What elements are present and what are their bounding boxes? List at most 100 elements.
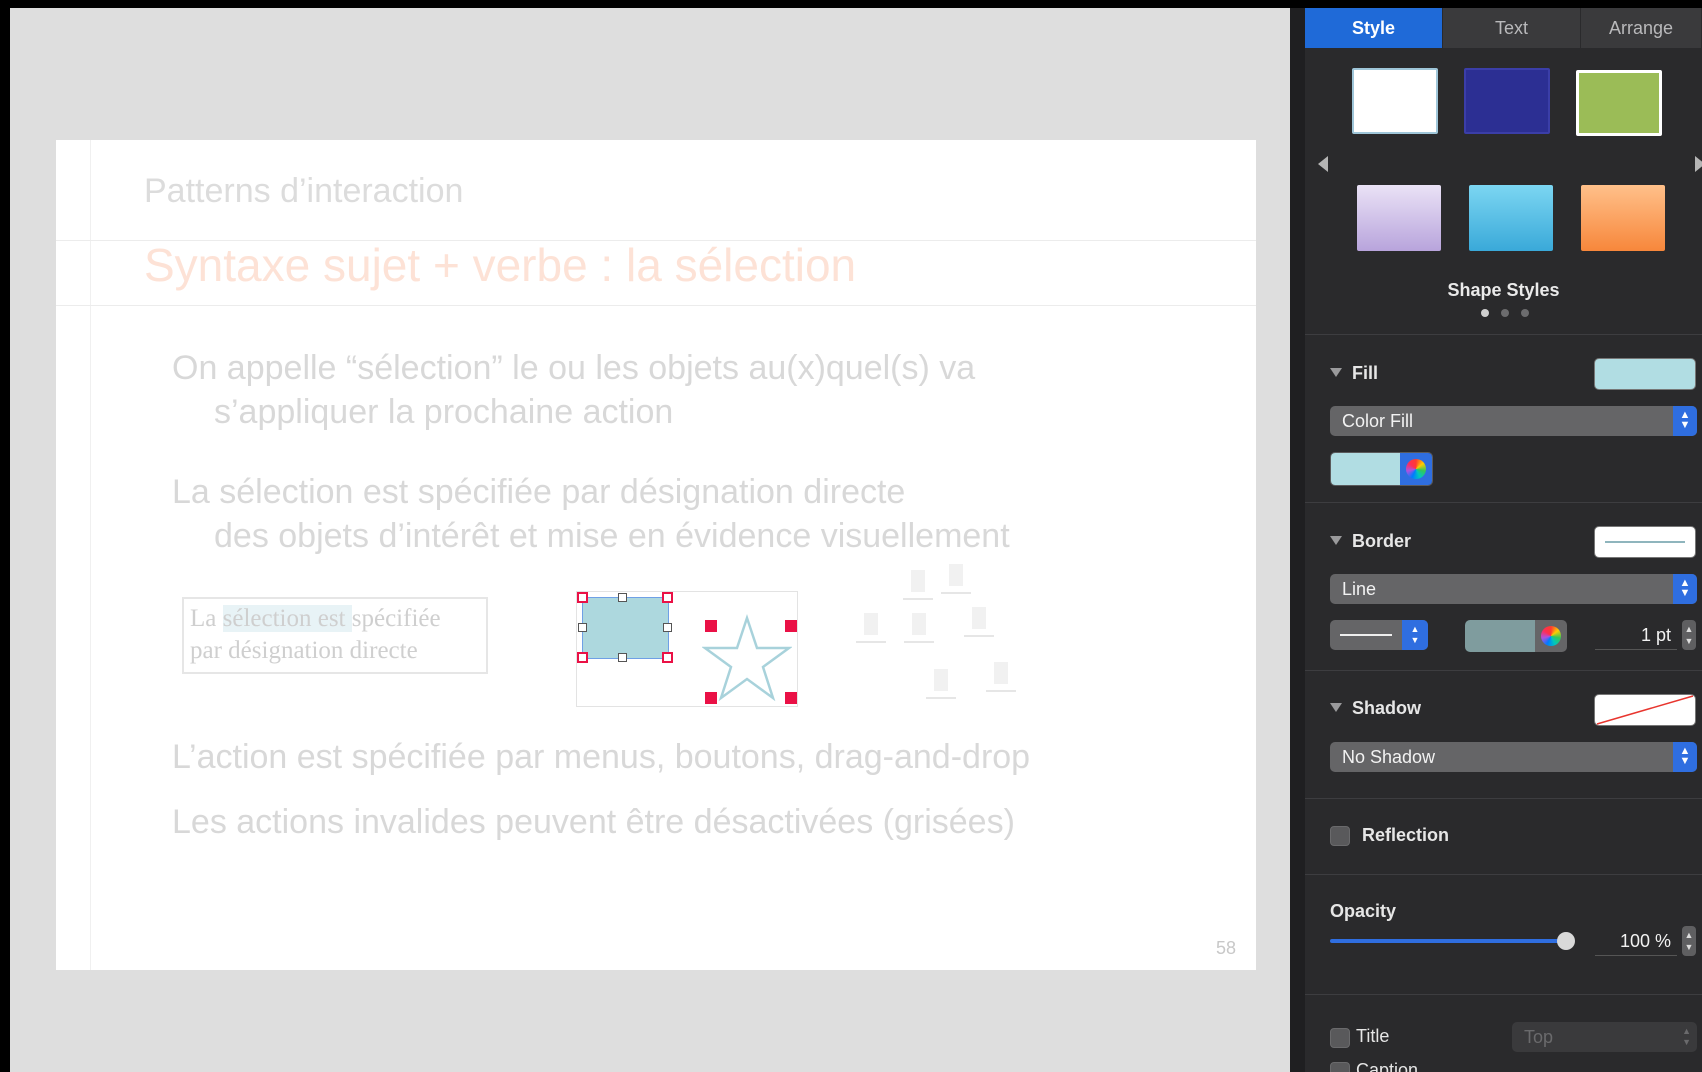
slide-canvas[interactable]: Patterns d’interaction Syntaxe sujet + v… <box>10 8 1290 1072</box>
selection-handle[interactable] <box>662 592 673 603</box>
line-sample <box>1340 634 1392 636</box>
selected-rectangle[interactable] <box>582 597 669 659</box>
bullet-line: L’action est spécifiée par menus, bouton… <box>172 738 1031 776</box>
opacity-field[interactable]: 100 % <box>1595 926 1677 956</box>
guide-line <box>56 305 1256 306</box>
inspector-tabs: Style Text Arrange <box>1305 8 1702 48</box>
updown-chevron-icon: ▲ ▼ <box>1682 1026 1691 1047</box>
updown-chevron-icon: ▲ ▼ <box>1673 742 1697 772</box>
bullet-line: Les actions invalides peuvent être désac… <box>172 803 1015 841</box>
shadow-label: Shadow <box>1352 698 1422 718</box>
text-demo-post: spécifiée <box>351 605 441 632</box>
updown-chevron-icon: ▲ ▼ <box>1673 574 1697 604</box>
slide-header[interactable]: Patterns d’interaction <box>144 172 463 211</box>
selection-handle[interactable] <box>662 652 673 663</box>
disclosure-triangle-icon <box>1330 703 1342 712</box>
selection-handle[interactable] <box>663 623 672 632</box>
selection-handle[interactable] <box>618 653 627 662</box>
caption-label: Caption <box>1356 1060 1419 1072</box>
reflection-label: Reflection <box>1362 825 1450 845</box>
title-position-value: Top <box>1524 1027 1554 1047</box>
shadow-style-well[interactable] <box>1594 694 1696 726</box>
bullet-line: des objets d’intérêt et mise en évidence… <box>214 517 1010 555</box>
shape-style-white[interactable] <box>1352 68 1438 134</box>
bullet-line: s’appliquer la prochaine action <box>214 393 674 431</box>
shape-style-lavender[interactable] <box>1357 185 1441 251</box>
border-width-field[interactable]: 1 pt <box>1595 620 1677 650</box>
color-wheel-icon <box>1405 459 1426 479</box>
selection-handle[interactable] <box>577 592 588 603</box>
caption-checkbox[interactable] <box>1330 1062 1350 1072</box>
fill-type-select[interactable]: Color Fill ▲ ▼ <box>1330 406 1697 436</box>
reflection-checkbox[interactable] <box>1330 826 1350 846</box>
disclosure-triangle-icon <box>1330 368 1342 377</box>
border-label: Border <box>1352 531 1412 551</box>
tab-text[interactable]: Text <box>1443 8 1581 48</box>
border-type-select[interactable]: Line ▲ ▼ <box>1330 574 1697 604</box>
disclosure-triangle-icon <box>1330 536 1342 545</box>
shape-selection-example[interactable] <box>576 591 798 707</box>
tab-style[interactable]: Style <box>1305 8 1443 48</box>
opacity-label: Opacity <box>1330 901 1397 921</box>
selection-handle[interactable] <box>578 623 587 632</box>
selection-handle[interactable] <box>618 593 627 602</box>
text-selection-example[interactable]: La sélection est spécifiée par désignati… <box>182 597 488 674</box>
shadow-section-header[interactable]: Shadow <box>1330 698 1421 719</box>
fill-color-swatch[interactable] <box>1331 453 1400 485</box>
line-style-select[interactable]: ▲ ▼ <box>1330 620 1428 650</box>
title-checkbox[interactable] <box>1330 1028 1350 1048</box>
shape-style-navy[interactable] <box>1464 68 1550 134</box>
color-wheel-button[interactable] <box>1535 620 1567 652</box>
no-shadow-icon <box>1596 695 1694 725</box>
color-wheel-button[interactable] <box>1399 453 1432 485</box>
shape-style-green[interactable] <box>1576 70 1662 136</box>
text-demo-pre: La <box>190 605 223 632</box>
selection-handle[interactable] <box>577 652 588 663</box>
line-style-sample <box>1330 620 1402 650</box>
page-dot[interactable] <box>1521 309 1529 317</box>
previous-styles-arrow-icon[interactable] <box>1318 156 1328 172</box>
panel-divider[interactable] <box>1290 8 1305 1072</box>
separator <box>1305 334 1702 335</box>
selection-handle[interactable] <box>705 620 717 632</box>
fill-label: Fill <box>1352 363 1378 383</box>
fill-color-picker[interactable] <box>1330 452 1433 486</box>
page-dot[interactable] <box>1481 309 1489 317</box>
text-demo-line2: par désignation directe <box>190 637 418 664</box>
title-label: Title <box>1356 1026 1390 1046</box>
opacity-slider-knob[interactable] <box>1557 932 1575 950</box>
title-position-select[interactable]: Top ▲ ▼ <box>1512 1022 1697 1052</box>
shape-style-orange[interactable] <box>1581 185 1665 251</box>
separator <box>1305 502 1702 503</box>
opacity-stepper[interactable]: ▲ ▼ <box>1682 926 1696 956</box>
separator <box>1305 798 1702 799</box>
border-style-well[interactable] <box>1594 526 1696 558</box>
opacity-slider-track[interactable] <box>1330 939 1561 943</box>
selection-handle[interactable] <box>705 692 717 704</box>
bullet-item[interactable]: L’action est spécifiée par menus, bouton… <box>172 735 1030 779</box>
fill-type-value: Color Fill <box>1342 411 1414 431</box>
border-color-picker[interactable] <box>1465 620 1567 652</box>
border-color-swatch[interactable] <box>1465 620 1535 652</box>
page-dot[interactable] <box>1501 309 1509 317</box>
selection-handle[interactable] <box>785 620 797 632</box>
bullet-item[interactable]: On appelle “sélection” le ou les objets … <box>172 346 975 434</box>
shape-styles-label: Shape Styles <box>1447 280 1560 300</box>
fill-color-well[interactable] <box>1594 358 1696 390</box>
separator <box>1305 994 1702 995</box>
border-section-header[interactable]: Border <box>1330 531 1411 552</box>
slide[interactable]: Patterns d’interaction Syntaxe sujet + v… <box>56 140 1256 970</box>
bullet-item[interactable]: La sélection est spécifiée par désignati… <box>172 470 1010 558</box>
bullet-item[interactable]: Les actions invalides peuvent être désac… <box>172 800 1015 844</box>
tab-arrange[interactable]: Arrange <box>1581 8 1702 48</box>
text-demo-highlight: sélection est <box>222 605 352 632</box>
border-width-stepper[interactable]: ▲ ▼ <box>1682 620 1696 650</box>
bullet-line: La sélection est spécifiée par désignati… <box>172 473 906 511</box>
selection-handle[interactable] <box>785 692 797 704</box>
updown-chevron-icon: ▲ ▼ <box>1402 620 1428 650</box>
slide-title[interactable]: Syntaxe sujet + verbe : la sélection <box>144 238 856 292</box>
shadow-type-select[interactable]: No Shadow ▲ ▼ <box>1330 742 1697 772</box>
shape-style-sky[interactable] <box>1469 185 1553 251</box>
next-styles-arrow-icon[interactable] <box>1695 156 1702 172</box>
fill-section-header[interactable]: Fill <box>1330 363 1378 384</box>
